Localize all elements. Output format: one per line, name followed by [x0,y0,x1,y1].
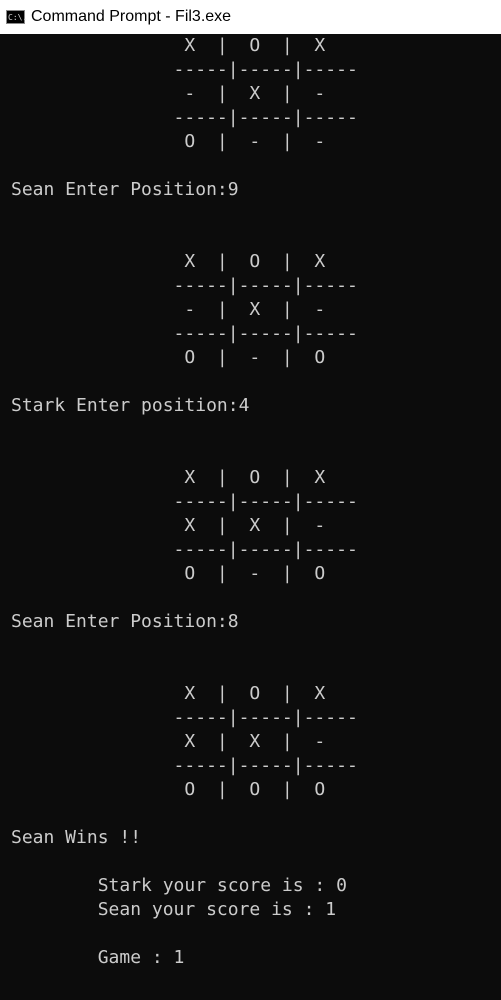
console-line: -----|-----|----- [11,107,358,128]
console-output[interactable]: X | O | X -----|-----|----- - | X | - --… [0,34,501,1000]
console-line: - | X | - [11,299,326,320]
console-line: -----|-----|----- [11,491,358,512]
console-line: X | X | - [11,515,326,536]
console-line: Sean your score is : 1 [11,899,337,920]
console-line: Sean Wins !! [11,827,142,848]
console-line: X | X | - [11,731,326,752]
console-line: X | O | X [11,683,326,704]
console-line: Game : 1 [11,947,185,968]
cmd-icon: C:\. [6,10,27,24]
console-line: O | - | - [11,131,326,152]
console-line: Sean Enter Position:9 [11,179,239,200]
console-line: Stark Enter position:4 [11,395,250,416]
console-line: O | - | O [11,563,326,584]
console-line: Sean Enter Position:8 [11,611,239,632]
console-line: O | - | O [11,347,326,368]
console-line: -----|-----|----- [11,707,358,728]
console-line: X | O | X [11,467,326,488]
console-line: - | X | - [11,83,326,104]
console-line: X | O | X [11,251,326,272]
console-line: Stark your score is : 0 [11,875,347,896]
console-line: X | O | X [11,35,326,56]
console-line: -----|-----|----- [11,539,358,560]
console-line: O | O | O [11,779,326,800]
title-bar: C:\. Command Prompt - Fil3.exe [0,0,501,34]
window-title: Command Prompt - Fil3.exe [31,8,232,25]
console-line: -----|-----|----- [11,755,358,776]
console-line: -----|-----|----- [11,323,358,344]
console-line: -----|-----|----- [11,59,358,80]
console-line: -----|-----|----- [11,275,358,296]
